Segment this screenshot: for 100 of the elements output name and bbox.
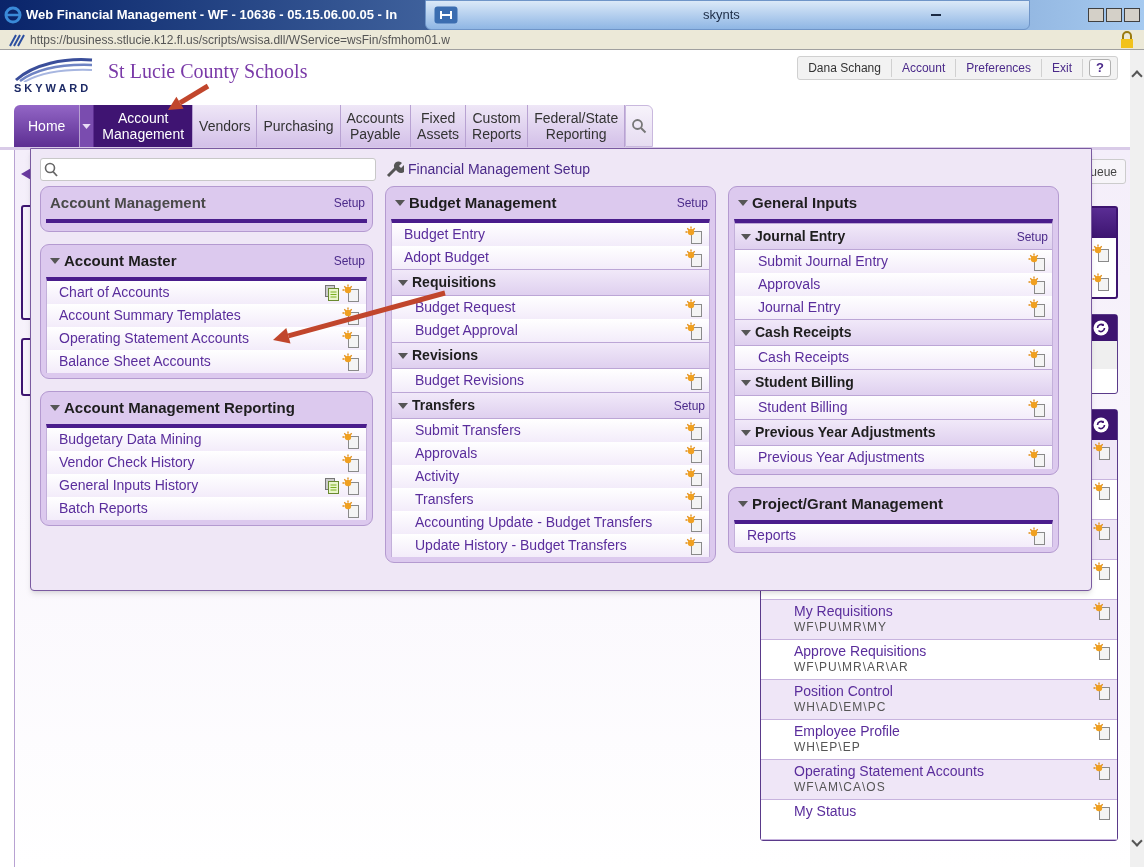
favorite-link[interactable]: Position Control <box>794 682 1093 700</box>
shortcut-icon[interactable] <box>1092 243 1110 262</box>
menu-link[interactable]: Budgetary Data Mining <box>59 429 202 450</box>
shortcut-icon[interactable] <box>1028 348 1046 367</box>
shortcut-icon[interactable] <box>1093 562 1111 580</box>
refresh-icon[interactable] <box>1093 320 1109 336</box>
shortcut-icon[interactable] <box>1093 522 1111 540</box>
menu-link[interactable]: Activity <box>415 466 460 487</box>
menu-link[interactable]: Budget Request <box>415 297 516 318</box>
shortcut-icon[interactable] <box>1093 442 1111 460</box>
menu-link[interactable]: Budget Approval <box>415 320 518 341</box>
shortcut-icon[interactable] <box>342 306 360 325</box>
menu-link[interactable]: Approvals <box>415 443 478 464</box>
caret-icon[interactable] <box>398 402 408 409</box>
nav-tab[interactable]: Purchasing <box>257 105 341 147</box>
report-icon[interactable] <box>324 476 340 495</box>
shortcut-icon[interactable] <box>685 371 703 390</box>
shortcut-icon[interactable] <box>1028 398 1046 417</box>
shortcut-icon[interactable] <box>685 490 703 509</box>
menu-link[interactable]: Transfers <box>415 489 474 510</box>
shortcut-icon[interactable] <box>1093 482 1111 500</box>
nav-tab[interactable]: Home <box>14 105 81 147</box>
shortcut-icon[interactable] <box>1093 722 1111 740</box>
shortcut-icon[interactable] <box>685 321 703 340</box>
address-bar[interactable]: https://business.stlucie.k12.fl.us/scripts/wsisa.dll/WService=wsFin/sfmhom01.w <box>0 30 1144 50</box>
favorite-link[interactable]: Employee Profile <box>794 722 1093 740</box>
shortcut-icon[interactable] <box>1092 272 1110 291</box>
nav-tab[interactable]: Account Management <box>94 105 194 147</box>
nav-tab[interactable]: Vendors <box>193 105 258 147</box>
shortcut-icon[interactable] <box>1028 275 1046 294</box>
menu-link[interactable]: Update History - Budget Transfers <box>415 535 627 556</box>
nav-tab[interactable]: Accounts Payable <box>340 105 412 147</box>
shortcut-icon[interactable] <box>1093 762 1111 780</box>
menu-link[interactable]: Budget Entry <box>404 224 485 245</box>
caret-icon[interactable] <box>398 279 408 286</box>
setup-link[interactable]: Setup <box>676 194 708 212</box>
close-button[interactable] <box>1124 8 1140 22</box>
shortcut-icon[interactable] <box>1028 526 1046 545</box>
pin-icon[interactable] <box>434 6 458 24</box>
menu-link[interactable]: Reports <box>747 525 797 546</box>
header-link[interactable]: Exit <box>1041 59 1082 77</box>
caret-icon[interactable] <box>738 501 748 507</box>
shortcut-icon[interactable] <box>685 536 703 555</box>
header-link[interactable]: Preferences <box>955 59 1041 77</box>
setup-link[interactable]: Setup <box>333 194 365 212</box>
shortcut-icon[interactable] <box>685 248 703 267</box>
shortcut-icon[interactable] <box>685 513 703 532</box>
menu-link[interactable]: Approvals <box>758 274 821 295</box>
shortcut-icon[interactable] <box>342 430 360 449</box>
header-link[interactable]: Account <box>890 59 956 77</box>
caret-icon[interactable] <box>741 429 751 436</box>
caret-icon[interactable] <box>50 405 60 411</box>
caret-icon[interactable] <box>395 200 405 206</box>
shortcut-icon[interactable] <box>342 329 360 348</box>
menu-link[interactable]: Submit Transfers <box>415 420 521 441</box>
shortcut-icon[interactable] <box>1093 682 1111 700</box>
caret-icon[interactable] <box>50 258 60 264</box>
shortcut-icon[interactable] <box>685 421 703 440</box>
setup-link[interactable]: Setup <box>333 252 365 270</box>
menu-link[interactable]: Operating Statement Accounts <box>59 328 249 349</box>
shortcut-icon[interactable] <box>1028 448 1046 467</box>
setup-link[interactable]: Setup <box>673 396 705 415</box>
menu-link[interactable]: Accounting Update - Budget Transfers <box>415 512 653 533</box>
favorite-link[interactable]: Approve Requisitions <box>794 642 1093 660</box>
favorite-link[interactable]: My Status <box>794 802 1093 820</box>
shortcut-icon[interactable] <box>685 444 703 463</box>
nav-tab[interactable]: Federal/State Reporting <box>528 105 626 147</box>
shortcut-icon[interactable] <box>342 453 360 472</box>
refresh-icon[interactable] <box>1093 417 1109 433</box>
menu-link[interactable]: Previous Year Adjustments <box>758 447 925 468</box>
shortcut-icon[interactable] <box>685 225 703 244</box>
nav-tab[interactable]: Custom Reports <box>466 105 529 147</box>
favorite-link[interactable]: My Requisitions <box>794 602 1093 620</box>
menu-link[interactable]: Batch Reports <box>59 498 148 519</box>
maximize-button[interactable] <box>1106 8 1122 22</box>
shortcut-icon[interactable] <box>342 476 360 495</box>
search-field[interactable] <box>40 157 376 181</box>
shortcut-icon[interactable] <box>342 499 360 518</box>
nav-tab[interactable]: Fixed Assets <box>411 105 467 147</box>
setup-link[interactable]: Setup <box>1016 227 1048 246</box>
shortcut-icon[interactable] <box>342 283 360 302</box>
caret-icon[interactable] <box>741 233 751 240</box>
shortcut-icon[interactable] <box>685 467 703 486</box>
shortcut-icon[interactable] <box>685 298 703 317</box>
menu-link[interactable]: Student Billing <box>758 397 848 418</box>
home-dropdown-button[interactable] <box>80 105 95 147</box>
menu-link[interactable]: Balance Sheet Accounts <box>59 351 211 372</box>
setup-link[interactable]: Financial Management Setup <box>386 158 591 180</box>
menu-link[interactable]: Submit Journal Entry <box>758 251 888 272</box>
menu-link[interactable]: Journal Entry <box>758 297 841 318</box>
scrollbar[interactable] <box>1130 50 1144 867</box>
shortcut-icon[interactable] <box>1093 642 1111 660</box>
shortcut-icon[interactable] <box>1093 802 1111 820</box>
caret-icon[interactable] <box>741 329 751 336</box>
menu-link[interactable]: Adopt Budget <box>404 247 489 268</box>
shortcut-icon[interactable] <box>1028 298 1046 317</box>
menu-link[interactable]: Cash Receipts <box>758 347 850 368</box>
favorite-link[interactable]: Operating Statement Accounts <box>794 762 1093 780</box>
shortcut-icon[interactable] <box>342 352 360 371</box>
help-button[interactable]: ? <box>1089 59 1111 77</box>
